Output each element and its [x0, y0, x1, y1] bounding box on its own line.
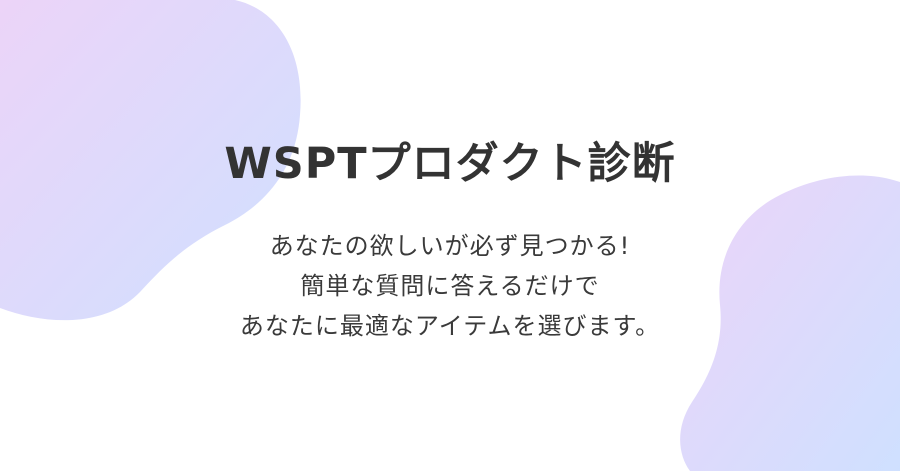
- hero-content: WSPTプロダクト診断 あなたの欲しいが必ず見つかる! 簡単な質問に答えるだけで…: [0, 0, 900, 471]
- subtitle-line-1: あなたの欲しいが必ず見つかる!: [269, 232, 631, 260]
- hero-subtitle: あなたの欲しいが必ず見つかる! 簡単な質問に答えるだけで あなたに最適なアイテム…: [0, 226, 900, 346]
- hero-banner: WSPTプロダクト診断 あなたの欲しいが必ず見つかる! 簡単な質問に答えるだけで…: [0, 0, 900, 471]
- page-title: WSPTプロダクト診断: [224, 139, 676, 189]
- subtitle-line-2: 簡単な質問に答えるだけで: [300, 272, 600, 300]
- subtitle-line-3: あなたに最適なアイテムを選びます。: [239, 312, 661, 340]
